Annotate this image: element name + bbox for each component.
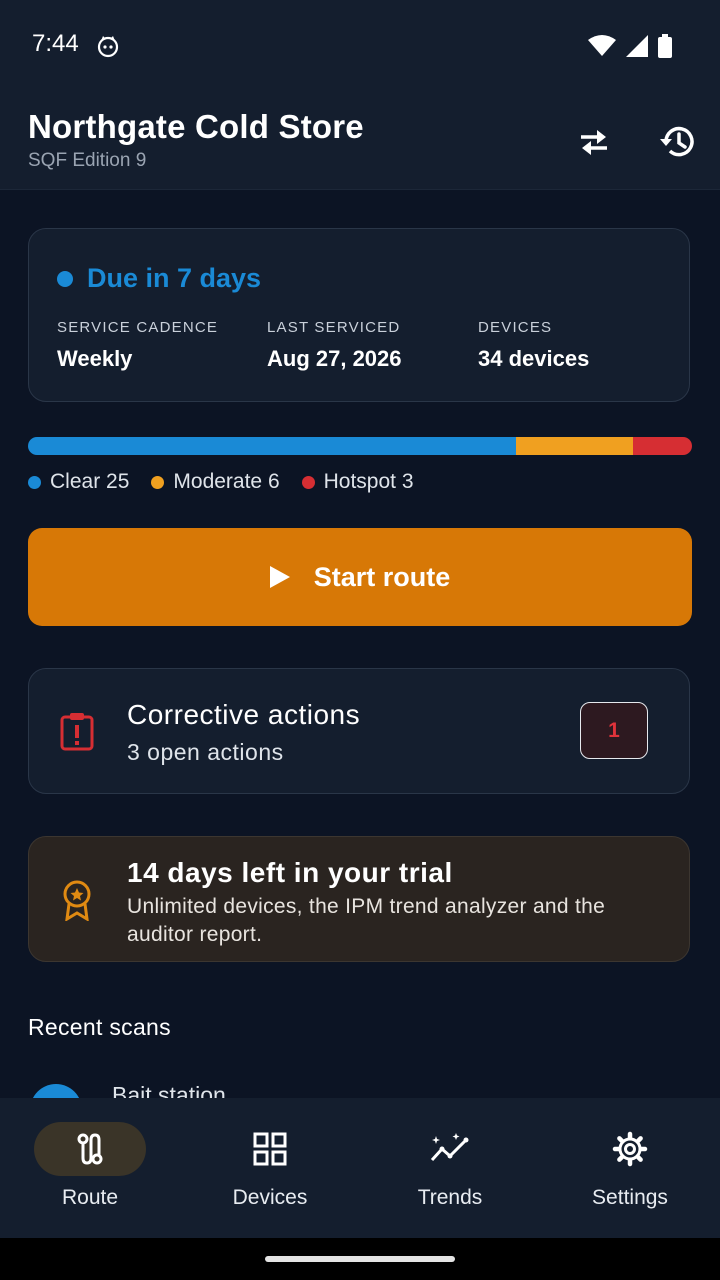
- device-status-bar: [28, 437, 692, 455]
- legend-dot: [301, 475, 315, 489]
- app-header: Northgate Cold Store SQF Edition 9: [0, 92, 720, 190]
- gear-icon: [612, 1131, 648, 1167]
- trial-title: 14 days left in your trial: [127, 857, 453, 888]
- stat-service-cadence: SERVICE CADENCE Weekly: [57, 319, 218, 372]
- status-bar-segment: [28, 437, 517, 455]
- status-bar-segment: [633, 437, 692, 455]
- legend-item: Hotspot 3: [301, 470, 414, 494]
- stat-last-serviced: LAST SERVICED Aug 27, 2026: [267, 319, 402, 372]
- legend-item: Clear 25: [28, 470, 129, 494]
- swap-arrows-icon: [581, 130, 607, 155]
- legend-dot: [151, 475, 165, 489]
- stat-value: Weekly: [57, 346, 133, 371]
- award-badge-icon: [63, 880, 91, 921]
- bottom-navigation: Route Devices Trends Settings: [0, 1098, 720, 1238]
- status-time: 7:44: [32, 30, 79, 57]
- trial-body: Unlimited devices, the IPM trend analyze…: [127, 895, 606, 946]
- trends-icon: [430, 1133, 469, 1162]
- stat-value: Aug 27, 2026: [267, 346, 402, 371]
- stat-label: SERVICE CADENCE: [57, 319, 219, 336]
- gesture-handle[interactable]: [265, 1256, 455, 1262]
- grid-icon: [253, 1132, 287, 1166]
- nav-item-route[interactable]: Route: [0, 1098, 180, 1238]
- recent-scans-title: Recent scans: [28, 1014, 171, 1040]
- corrective-actions-subtitle: 3 open actions: [127, 739, 284, 765]
- legend-dot: [28, 475, 41, 489]
- switch-site-button[interactable]: [572, 120, 616, 164]
- status-bar: 7:44: [0, 0, 720, 92]
- play-icon: [269, 566, 290, 588]
- status-bar-segment: [516, 437, 634, 455]
- nav-icon-wrap: [394, 1122, 506, 1176]
- stat-devices: DEVICES 34 devices: [478, 319, 589, 372]
- history-icon: [660, 126, 694, 157]
- nav-active-indicator: [34, 1122, 146, 1176]
- stat-value: 34 devices: [478, 346, 590, 371]
- signal-icon: [626, 35, 648, 57]
- due-status-text: Due in 7 days: [87, 263, 262, 293]
- wifi-icon: [588, 35, 616, 56]
- due-status: Due in 7 days: [57, 263, 261, 294]
- device-status-legend: Clear 25 Moderate 6 Hotspot 3: [28, 470, 414, 494]
- battery-icon: [658, 34, 672, 58]
- stat-label: LAST SERVICED: [267, 319, 401, 336]
- start-route-label: Start route: [313, 561, 451, 592]
- service-status-card: Due in 7 days SERVICE CADENCE Weekly LAS…: [28, 228, 690, 402]
- nav-label: Devices: [232, 1186, 308, 1209]
- route-icon: [77, 1133, 103, 1165]
- legend-label: Moderate 6: [173, 470, 280, 493]
- history-button[interactable]: [656, 120, 700, 164]
- trial-banner[interactable]: 14 days left in your trial Unlimited dev…: [28, 836, 690, 962]
- nav-item-trends[interactable]: Trends: [360, 1098, 540, 1238]
- legend-label: Clear 25: [50, 470, 130, 493]
- clipboard-alert-icon: [60, 713, 94, 751]
- start-route-button[interactable]: Start route: [28, 528, 692, 626]
- nav-icon-wrap: [214, 1122, 326, 1176]
- gesture-nav-area: [0, 1238, 720, 1280]
- due-status-dot: [57, 270, 73, 287]
- page-subtitle: SQF Edition 9: [28, 150, 147, 171]
- nav-label: Route: [61, 1186, 119, 1209]
- corrective-actions-title: Corrective actions: [127, 699, 361, 730]
- legend-label: Hotspot 3: [323, 470, 414, 493]
- nav-item-devices[interactable]: Devices: [180, 1098, 360, 1238]
- nav-label: Trends: [417, 1186, 483, 1209]
- stat-label: DEVICES: [478, 319, 553, 336]
- notification-cat-icon: [97, 36, 119, 58]
- nav-icon-wrap: [574, 1122, 686, 1176]
- nav-item-settings[interactable]: Settings: [540, 1098, 720, 1238]
- corrective-actions-card[interactable]: Corrective actions 3 open actions 1: [28, 668, 690, 794]
- status-icons: [588, 34, 672, 58]
- nav-label: Settings: [592, 1186, 668, 1209]
- page-title: Northgate Cold Store: [28, 108, 364, 145]
- legend-item: Moderate 6: [151, 470, 280, 494]
- corrective-actions-badge: 1: [580, 702, 648, 759]
